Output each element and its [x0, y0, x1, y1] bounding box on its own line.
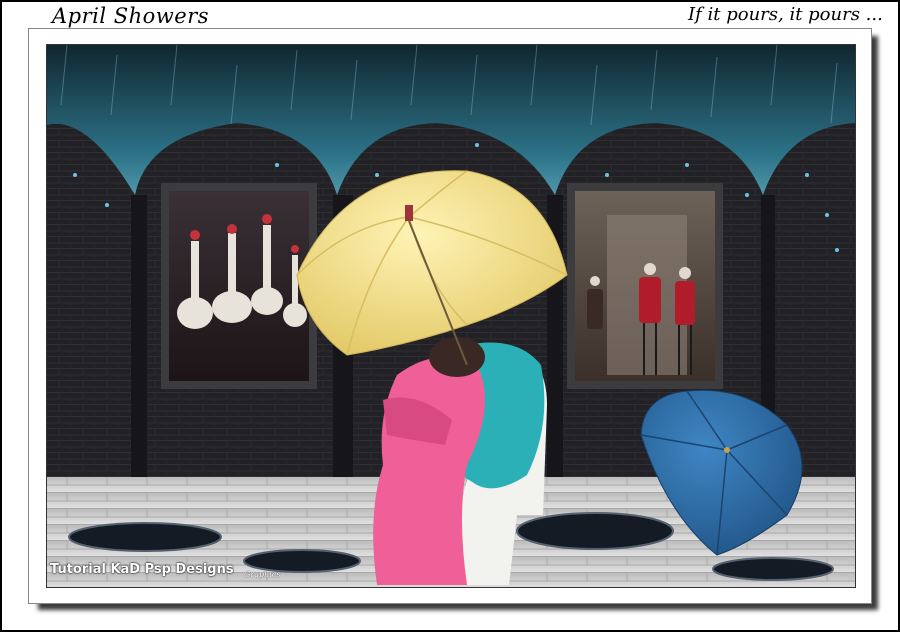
scene-illustration: [46, 44, 856, 588]
title-left: April Showers: [52, 4, 210, 28]
watermark: Tutorial KaD Psp Designs: [50, 562, 234, 577]
scene-svg: [47, 45, 855, 587]
page: April Showers If it pours, it pours ...: [0, 0, 900, 632]
watermark-subtext: Graphics: [244, 570, 281, 579]
title-right: If it pours, it pours ...: [688, 4, 883, 25]
right-shop-window: [567, 183, 723, 389]
left-shop-window: [161, 183, 317, 389]
